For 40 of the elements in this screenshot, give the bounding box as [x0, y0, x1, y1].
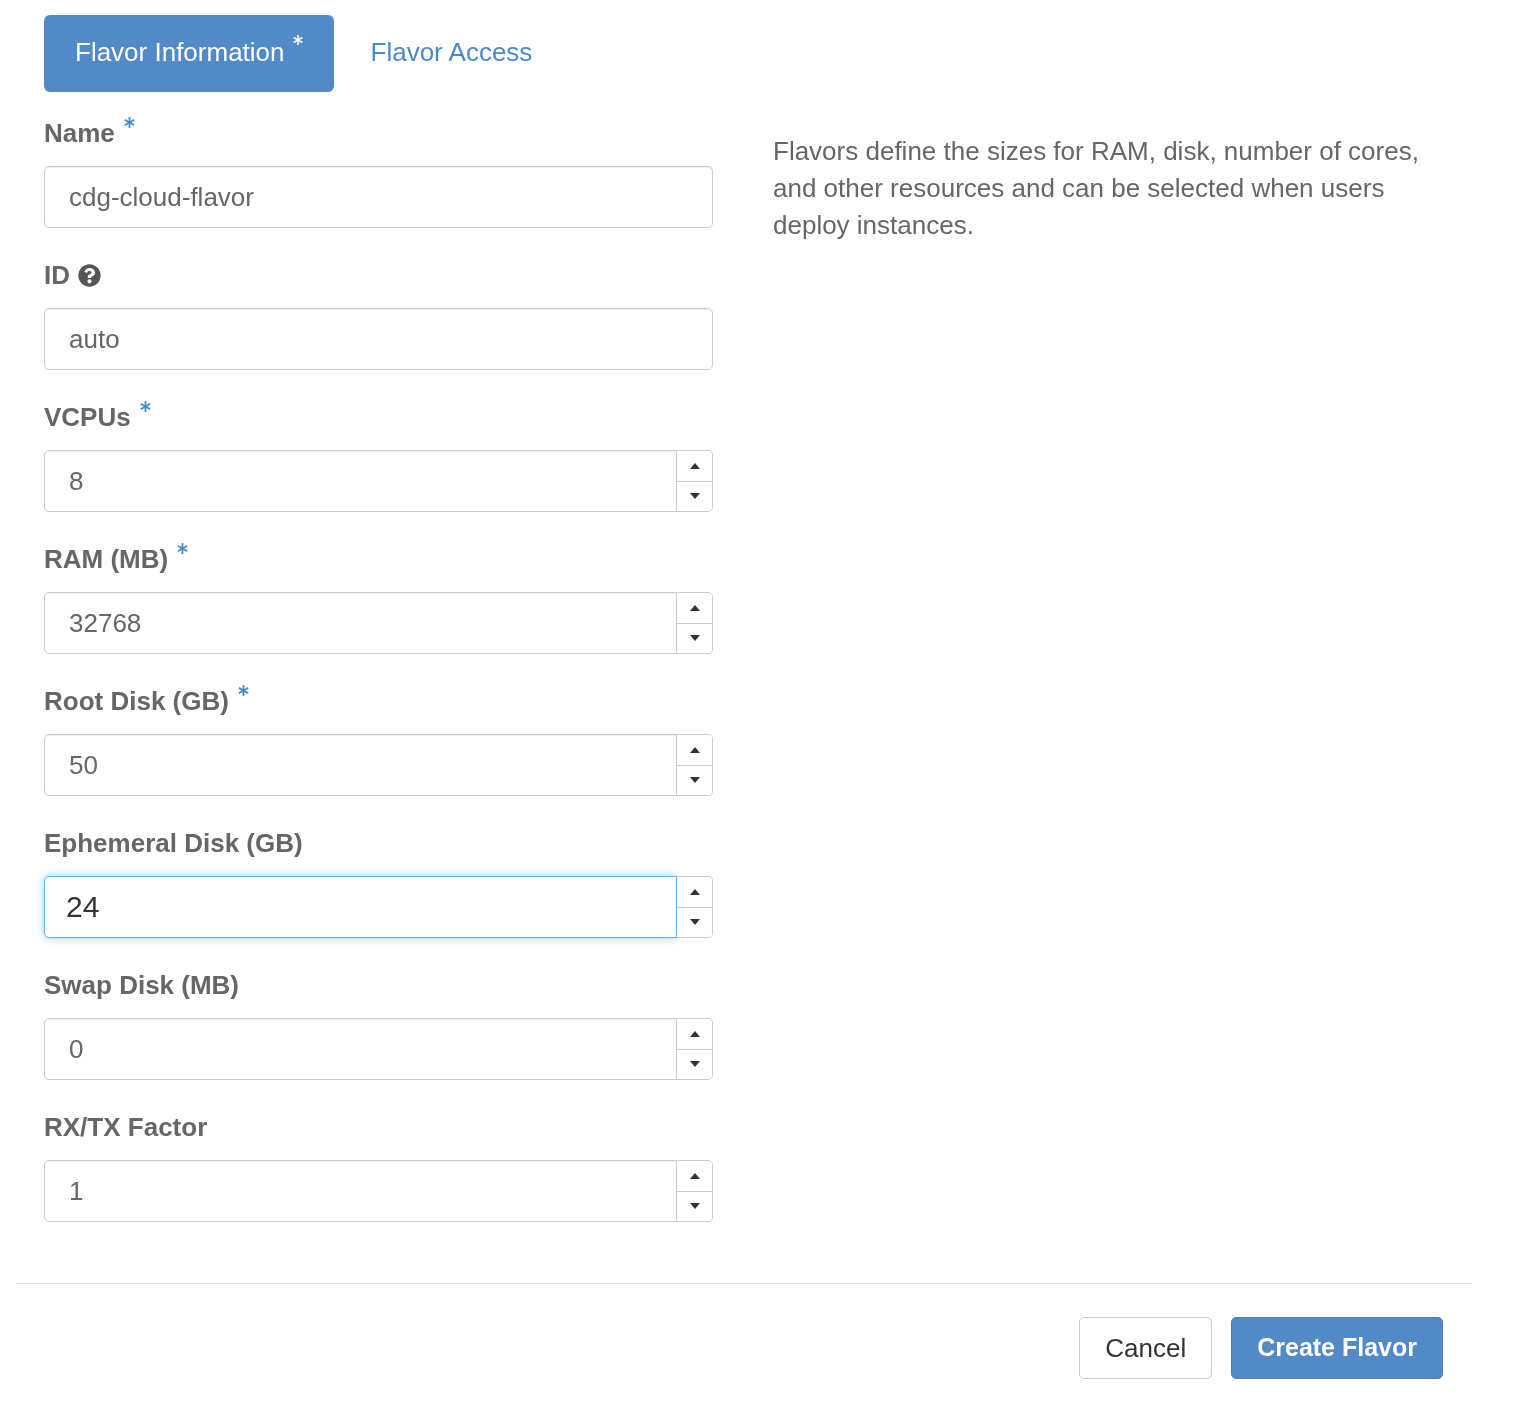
- number-field[interactable]: 0: [44, 1018, 677, 1080]
- caret-down-icon: [689, 919, 700, 926]
- caret-down-icon: [689, 777, 700, 784]
- field-label: Name: [44, 118, 115, 148]
- field-label: Swap Disk (MB): [44, 970, 240, 1000]
- text-field[interactable]: auto: [44, 308, 713, 370]
- caret-up-icon: [689, 604, 700, 611]
- caret-down-icon: [689, 635, 700, 642]
- increment-button[interactable]: [677, 735, 712, 766]
- increment-button[interactable]: [677, 593, 712, 624]
- caret-up-icon: [689, 1030, 700, 1037]
- create-button[interactable]: Create Flavor: [1231, 1317, 1443, 1379]
- number-field[interactable]: 32768: [44, 592, 677, 654]
- caret-up-icon: [689, 746, 700, 753]
- number-field[interactable]: 1: [44, 1160, 677, 1222]
- number-field[interactable]: 8: [44, 450, 677, 512]
- caret-down-icon: [689, 493, 700, 500]
- field-label: Ephemeral Disk (GB): [44, 828, 303, 858]
- text-field[interactable]: cdg-cloud-flavor: [44, 166, 713, 228]
- field-label: ID: [44, 260, 70, 290]
- cancel-button[interactable]: Cancel: [1079, 1317, 1213, 1379]
- help-icon[interactable]: [78, 263, 101, 287]
- field-label: RX/TX Factor: [44, 1112, 208, 1142]
- increment-button[interactable]: [677, 1161, 712, 1192]
- caret-down-icon: [689, 1203, 700, 1210]
- number-field[interactable]: 24: [44, 876, 677, 938]
- tab[interactable]: Flavor Information: [44, 15, 334, 92]
- number-field[interactable]: 50: [44, 734, 677, 796]
- increment-button[interactable]: [677, 1019, 712, 1050]
- caret-up-icon: [689, 1172, 700, 1179]
- increment-button[interactable]: [677, 451, 712, 482]
- increment-button[interactable]: [677, 877, 712, 908]
- description-text: Flavors define the sizes for RAM, disk, number of cores, and other resources and can be selected when users deploy instances.: [773, 135, 1420, 242]
- caret-down-icon: [689, 1061, 700, 1068]
- tab[interactable]: Flavor Access: [339, 15, 564, 92]
- field-label: RAM (MB): [44, 544, 169, 574]
- field-label: Root Disk (GB): [44, 686, 229, 716]
- field-label: VCPUs: [44, 402, 131, 432]
- caret-up-icon: [689, 462, 700, 469]
- caret-up-icon: [689, 888, 700, 895]
